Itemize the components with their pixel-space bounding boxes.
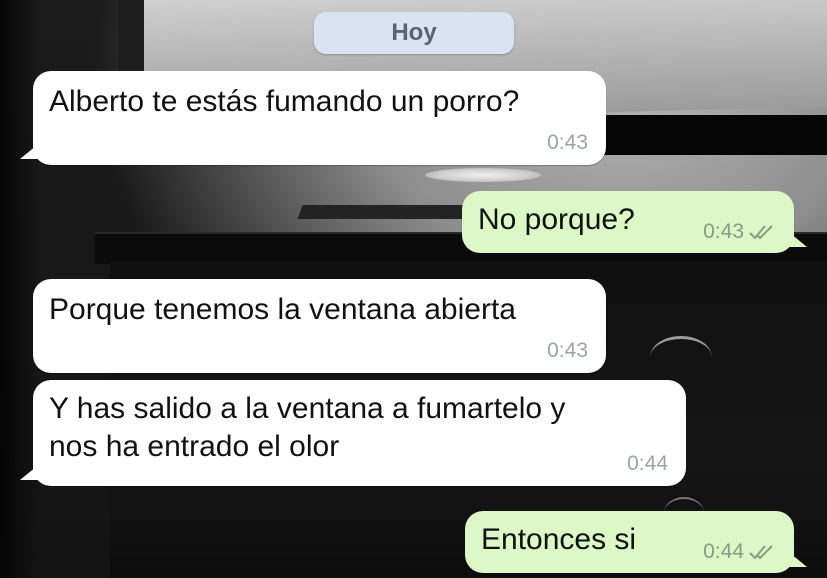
message-meta: 0:43 (703, 220, 776, 244)
message-bubble-incoming[interactable]: Porque tenemos la ventana abierta 0:43 (33, 279, 606, 373)
background-handle (650, 336, 712, 379)
message-text: Alberto te estás fumando un porro? (49, 85, 520, 118)
message-meta: 0:44 (627, 452, 668, 476)
double-check-icon (749, 225, 773, 240)
bubble-tail (785, 549, 807, 567)
message-text: Y has salido a la ventana a fumartelo y … (49, 390, 565, 466)
message-bubble-incoming[interactable]: Y has salido a la ventana a fumartelo y … (20, 380, 686, 486)
date-separator: Hoy (314, 12, 514, 54)
date-separator-label: Hoy (391, 19, 437, 46)
message-text: No porque? (478, 203, 635, 236)
bubble-tail (785, 229, 807, 247)
message-time: 0:43 (703, 220, 744, 243)
message-time: 0:44 (703, 540, 744, 563)
message-text-line: Y has salido a la ventana a fumartelo y (49, 392, 566, 425)
message-text: Porque tenemos la ventana abierta (49, 293, 516, 326)
background-light-reflection (425, 168, 541, 182)
message-meta: 0:43 (547, 131, 588, 155)
message-text-line: nos ha entrado el olor (49, 430, 340, 463)
message-time: 0:43 (547, 339, 588, 362)
message-time: 0:44 (627, 452, 668, 475)
bubble-tail (20, 141, 42, 159)
double-check-icon (749, 545, 773, 560)
message-meta: 0:44 (703, 540, 776, 564)
message-time: 0:43 (547, 131, 588, 154)
bubble-tail (20, 462, 42, 480)
message-meta: 0:43 (547, 339, 588, 363)
message-text: Entonces si (481, 523, 637, 556)
message-bubble-outgoing[interactable]: No porque? 0:43 (462, 191, 807, 253)
message-bubble-outgoing[interactable]: Entonces si 0:44 (465, 511, 807, 573)
message-bubble-incoming[interactable]: Alberto te estás fumando un porro? 0:43 (20, 71, 606, 165)
